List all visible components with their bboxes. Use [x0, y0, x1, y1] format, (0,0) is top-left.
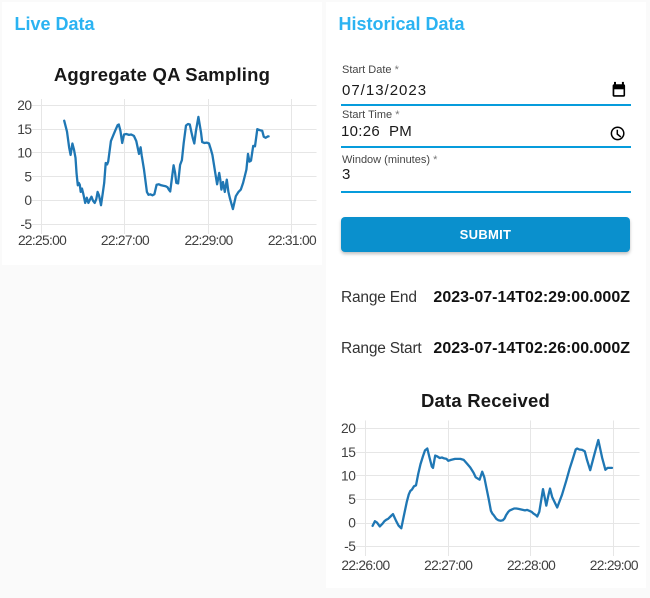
svg-text:-5: -5 [20, 217, 32, 232]
svg-text:22:26:00: 22:26:00 [341, 558, 390, 573]
svg-text:-5: -5 [344, 539, 356, 554]
svg-text:10: 10 [341, 468, 356, 483]
svg-text:22:27:00: 22:27:00 [101, 233, 150, 248]
svg-text:5: 5 [24, 169, 32, 184]
svg-text:0: 0 [348, 516, 356, 531]
svg-text:22:27:00: 22:27:00 [424, 558, 473, 573]
svg-text:20: 20 [341, 421, 356, 436]
svg-text:22:31:00: 22:31:00 [268, 233, 317, 248]
svg-text:22:28:00: 22:28:00 [507, 558, 556, 573]
svg-text:22:29:00: 22:29:00 [185, 233, 234, 248]
svg-text:22:29:00: 22:29:00 [590, 558, 639, 573]
svg-text:10: 10 [17, 146, 32, 161]
svg-text:20: 20 [17, 98, 32, 113]
svg-text:15: 15 [341, 445, 356, 460]
svg-text:15: 15 [17, 122, 32, 137]
svg-text:22:25:00: 22:25:00 [18, 233, 67, 248]
svg-text:0: 0 [24, 193, 32, 208]
svg-text:5: 5 [348, 492, 356, 507]
